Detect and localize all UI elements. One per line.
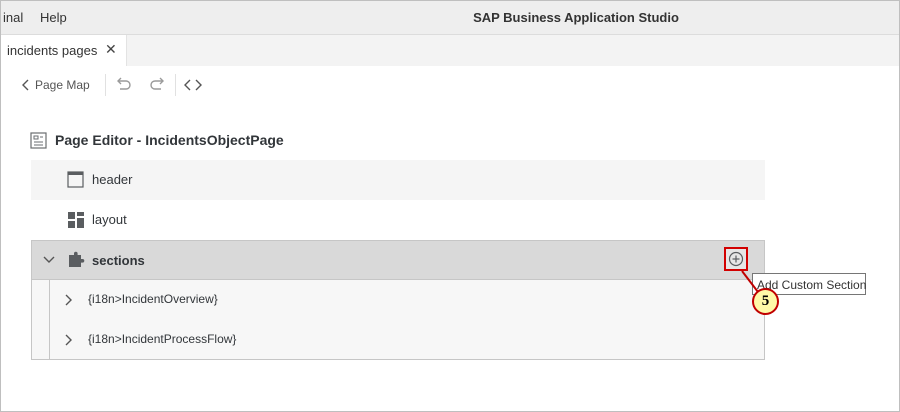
callout-connector — [741, 270, 759, 293]
step-number-badge: 5 — [752, 288, 779, 315]
